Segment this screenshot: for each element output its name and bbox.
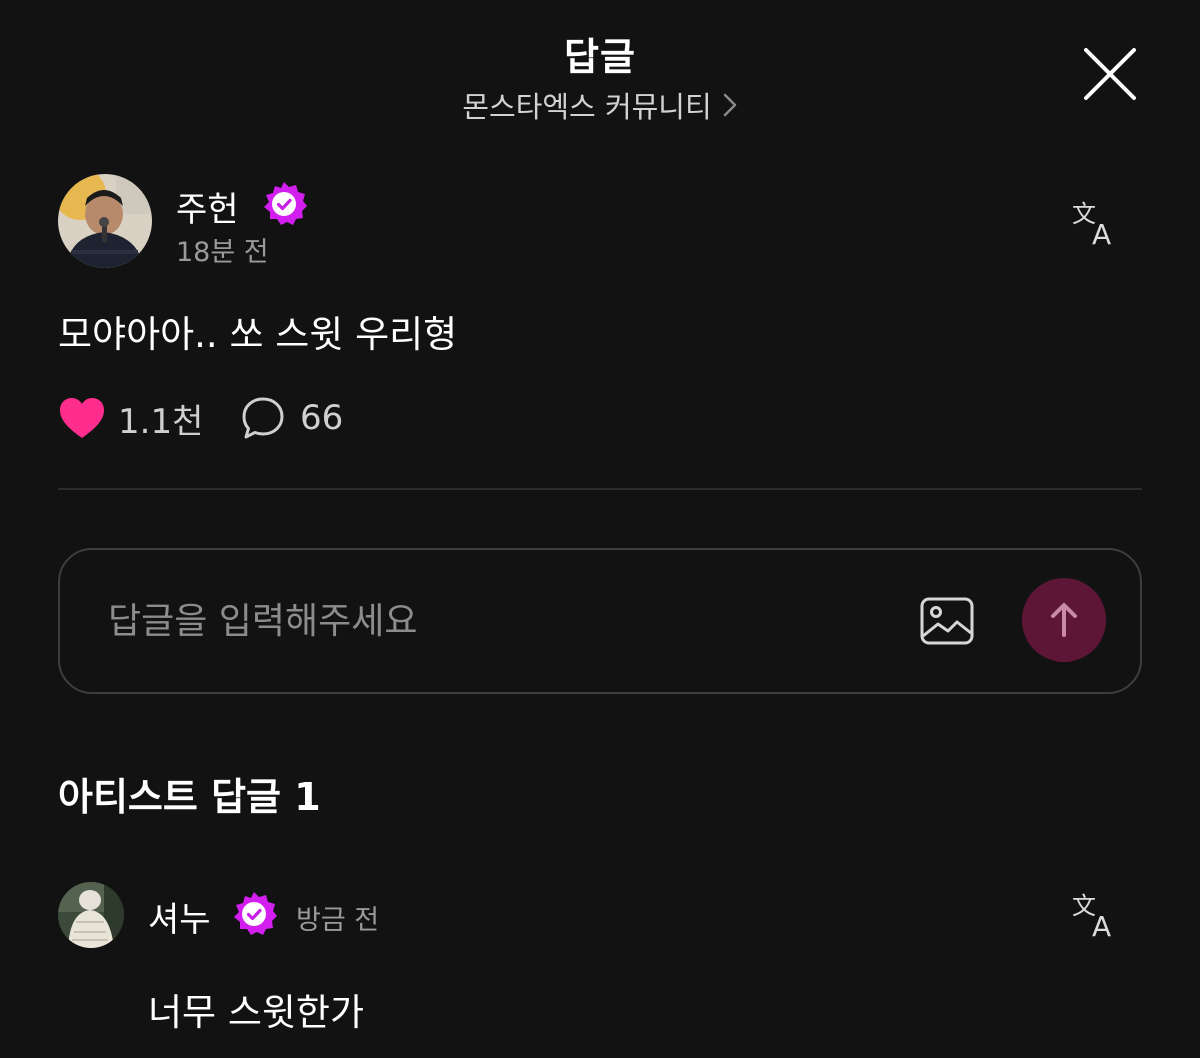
like-button[interactable]: 1.1천 <box>58 394 203 442</box>
post-timestamp: 18분 전 <box>176 237 269 268</box>
avatar[interactable] <box>58 174 152 268</box>
arrow-up-icon <box>1051 603 1077 637</box>
reply-composer <box>58 548 1142 694</box>
heart-icon <box>60 398 104 438</box>
speech-bubble-icon <box>242 397 284 439</box>
comment-button[interactable]: 66 <box>240 394 343 442</box>
author-name[interactable]: 주헌 <box>176 182 239 231</box>
avatar[interactable] <box>58 882 124 948</box>
attach-image-button[interactable] <box>918 594 976 648</box>
svg-text:A: A <box>1092 218 1111 248</box>
translate-icon: 文 A <box>1072 892 1111 940</box>
chevron-right-icon <box>722 92 738 118</box>
reply-timestamp: 방금 전 <box>296 905 380 936</box>
verified-badge-icon <box>260 180 308 228</box>
translate-button[interactable]: 文 A <box>1068 886 1124 942</box>
image-icon <box>920 597 974 645</box>
close-icon <box>1084 48 1136 100</box>
close-button[interactable] <box>1080 44 1140 104</box>
reply-input[interactable] <box>108 590 888 652</box>
like-count: 1.1천 <box>118 401 204 442</box>
translate-button[interactable]: 文 A <box>1068 194 1124 250</box>
translate-icon: 文 A <box>1072 200 1111 248</box>
artist-replies-title: 아티스트 답글 1 <box>58 775 321 819</box>
community-label: 몬스타엑스 커뮤니티 <box>462 90 712 124</box>
svg-text:A: A <box>1092 910 1111 940</box>
comment-count: 66 <box>300 398 344 438</box>
send-button[interactable] <box>1022 578 1106 662</box>
verified-badge-icon <box>230 890 278 938</box>
page-title: 답글 <box>564 35 636 79</box>
community-link[interactable]: 몬스타엑스 커뮤니티 <box>0 84 1200 126</box>
replies-screen: 답글 몬스타엑스 커뮤니티 주헌 18분 전 文 A 모야아아.. 쏘 스윗 우… <box>0 0 1200 1058</box>
reply-body: 너무 스윗한가 <box>148 991 365 1034</box>
post-body: 모야아아.. 쏘 스윗 우리형 <box>58 313 458 356</box>
reply-author-name[interactable]: 셔누 <box>148 892 211 941</box>
divider <box>58 488 1142 490</box>
